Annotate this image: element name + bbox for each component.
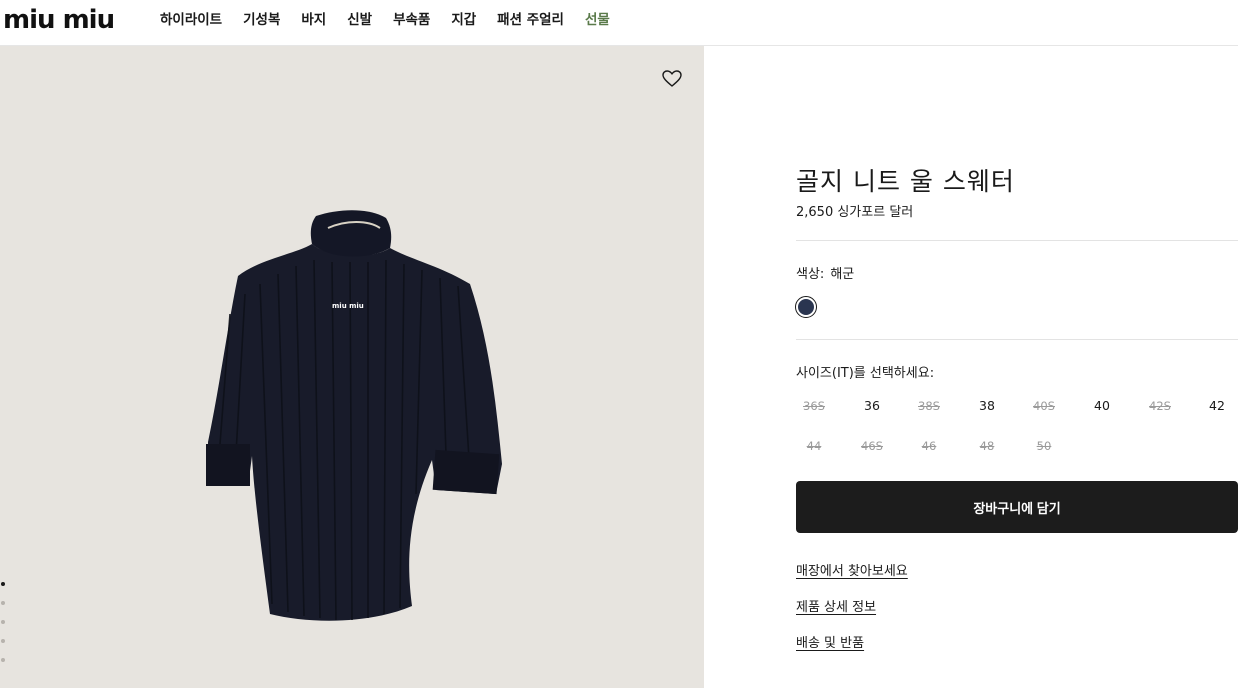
main-nav: 하이라이트 기성복 바지 신발 부속품 지갑 패션 주얼리 선물 — [160, 12, 631, 28]
size-option[interactable]: 46S — [852, 439, 892, 453]
heart-icon[interactable] — [662, 70, 682, 88]
color-swatch-navy[interactable] — [795, 296, 817, 318]
gallery-dot-2[interactable] — [1, 601, 5, 605]
size-option[interactable]: 42S — [1140, 399, 1180, 413]
product-info-panel: 골지 니트 울 스웨터 2,650 싱가포르 달러 색상: 해군 사이즈(IT)… — [794, 0, 1238, 688]
nav-item-highlights[interactable]: 하이라이트 — [160, 12, 222, 28]
size-option[interactable]: 42 — [1197, 398, 1237, 413]
gallery-dot-4[interactable] — [1, 639, 5, 643]
size-option[interactable]: 38 — [967, 398, 1007, 413]
miu-miu-logo[interactable]: miu miu — [3, 7, 115, 33]
product-image-gallery[interactable]: miu miu — [0, 46, 704, 688]
divider — [796, 339, 1238, 340]
size-option[interactable]: 44 — [794, 439, 834, 453]
gallery-pagination — [1, 582, 5, 662]
color-info: 색상: 해군 — [796, 263, 854, 282]
size-option[interactable]: 46 — [909, 439, 949, 453]
gallery-dot-1[interactable] — [1, 582, 5, 586]
color-value: 해군 — [830, 267, 855, 282]
add-to-cart-button[interactable]: 장바구니에 담기 — [796, 481, 1238, 533]
nav-item-fashion-jewelry[interactable]: 패션 주얼리 — [497, 12, 564, 28]
shipping-returns-link[interactable]: 배송 및 반품 — [796, 632, 864, 651]
nav-item-shoes[interactable]: 신발 — [347, 12, 372, 28]
size-option[interactable]: 48 — [967, 439, 1007, 453]
find-in-store-link[interactable]: 매장에서 찾아보세요 — [796, 560, 908, 579]
size-label: 사이즈(IT)를 선택하세요: — [796, 366, 935, 381]
size-option[interactable]: 38S — [909, 399, 949, 413]
gallery-dot-3[interactable] — [1, 620, 5, 624]
product-details-link[interactable]: 제품 상세 정보 — [796, 596, 876, 615]
size-option[interactable]: 40S — [1024, 399, 1064, 413]
product-image-sweater: miu miu — [206, 210, 502, 621]
divider — [796, 240, 1238, 241]
gallery-dot-5[interactable] — [1, 658, 5, 662]
nav-item-gifts[interactable]: 선물 — [585, 12, 610, 28]
nav-item-pants[interactable]: 바지 — [301, 12, 326, 28]
product-price: 2,650 싱가포르 달러 — [796, 205, 914, 220]
nav-item-accessories[interactable]: 부속품 — [393, 12, 430, 28]
product-title: 골지 니트 울 스웨터 — [796, 167, 1015, 196]
garment-logo-text: miu miu — [332, 302, 364, 310]
nav-item-wallets[interactable]: 지갑 — [451, 12, 476, 28]
color-label: 색상: — [796, 267, 825, 282]
size-option[interactable]: 36S — [794, 399, 834, 413]
nav-item-ready-to-wear[interactable]: 기성복 — [243, 12, 280, 28]
size-option[interactable]: 40 — [1082, 398, 1122, 413]
color-swatch-fill — [798, 299, 814, 315]
size-option[interactable]: 50 — [1024, 439, 1064, 453]
size-option[interactable]: 36 — [852, 398, 892, 413]
